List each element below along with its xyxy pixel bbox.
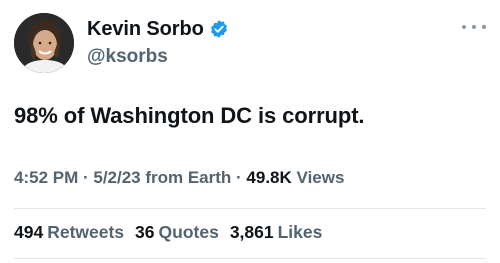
tweet-meta: 4:52 PM · 5/2/23 from Earth · 49.8K View… — [14, 168, 344, 188]
quotes-stat[interactable]: 36 Quotes — [135, 222, 219, 243]
retweets-label: Retweets — [47, 222, 125, 242]
handle[interactable]: @ksorbs — [87, 46, 229, 68]
tweet-card: Kevin Sorbo @ksorbs 98% of Washington DC… — [0, 0, 500, 263]
tweet-date-source[interactable]: 5/2/23 from Earth — [93, 168, 231, 187]
quotes-label: Quotes — [158, 222, 219, 242]
tweet-stats: 494 Retweets 36 Quotes 3,861 Likes — [14, 222, 322, 243]
likes-label: Likes — [277, 222, 323, 242]
views-count: 49.8K — [246, 168, 292, 187]
display-name[interactable]: Kevin Sorbo — [87, 18, 204, 41]
retweets-stat[interactable]: 494 Retweets — [14, 222, 124, 243]
tweet-time[interactable]: 4:52 PM — [14, 168, 78, 187]
meta-separator: · — [231, 168, 247, 187]
author-block: Kevin Sorbo @ksorbs — [87, 16, 229, 68]
name-row: Kevin Sorbo — [87, 16, 229, 42]
views-label: Views — [296, 168, 345, 187]
retweets-count: 494 — [14, 222, 44, 242]
divider — [14, 208, 486, 209]
likes-stat[interactable]: 3,861 Likes — [230, 222, 323, 243]
likes-count: 3,861 — [229, 222, 274, 242]
quotes-count: 36 — [135, 222, 155, 242]
meta-separator: · — [78, 168, 94, 187]
divider — [14, 258, 486, 259]
verified-badge-icon — [209, 19, 229, 39]
tweet-text: 98% of Washington DC is corrupt. — [14, 103, 365, 128]
avatar[interactable] — [14, 13, 74, 73]
more-horizontal-icon[interactable] — [462, 20, 486, 34]
